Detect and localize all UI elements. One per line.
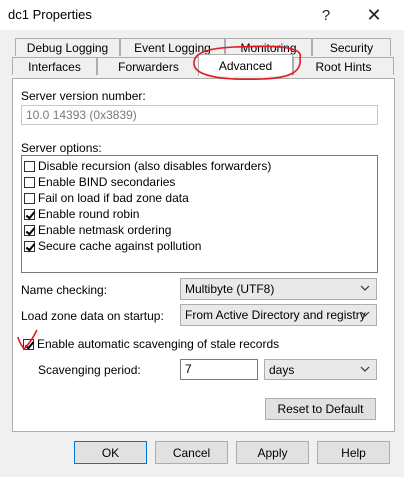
tab-security[interactable]: Security [312, 38, 391, 56]
scavenging-checkbox[interactable] [23, 338, 34, 350]
scavenging-period-label: Scavenging period: [38, 363, 141, 377]
tab-debug-logging[interactable]: Debug Logging [15, 38, 120, 56]
load-zone-select[interactable]: From Active Directory and registry [180, 304, 377, 326]
option-round-robin[interactable]: Enable round robin [24, 206, 139, 222]
title-bar: dc1 Properties ? ✕ [0, 0, 404, 30]
option-checkbox[interactable] [24, 160, 35, 172]
close-icon[interactable]: ✕ [354, 0, 394, 30]
reset-to-default-button[interactable]: Reset to Default [265, 398, 376, 420]
option-checkbox[interactable] [24, 176, 35, 188]
help-icon[interactable]: ? [306, 0, 346, 30]
cancel-button[interactable]: Cancel [155, 441, 228, 464]
load-zone-value: From Active Directory and registry [185, 308, 366, 322]
option-label: Secure cache against pollution [38, 239, 202, 253]
option-checkbox[interactable] [24, 208, 35, 220]
name-checking-select[interactable]: Multibyte (UTF8) [180, 278, 377, 300]
chevron-down-icon [360, 311, 370, 317]
help-button[interactable]: Help [317, 441, 390, 464]
version-field: 10.0 14393 (0x3839) [21, 105, 378, 125]
option-disable-recursion[interactable]: Disable recursion (also disables forward… [24, 158, 271, 174]
tab-forwarders[interactable]: Forwarders [97, 57, 200, 75]
apply-button[interactable]: Apply [236, 441, 309, 464]
option-checkbox[interactable] [24, 224, 35, 236]
option-label: Fail on load if bad zone data [38, 191, 189, 205]
option-bind-secondaries[interactable]: Enable BIND secondaries [24, 174, 175, 190]
option-secure-cache[interactable]: Secure cache against pollution [24, 238, 201, 254]
option-label: Enable netmask ordering [38, 223, 172, 237]
option-checkbox[interactable] [24, 240, 35, 252]
tab-interfaces[interactable]: Interfaces [12, 57, 97, 75]
tab-row-front: Interfaces Forwarders Advanced Root Hint… [0, 54, 404, 76]
period-unit-value: days [269, 363, 295, 377]
option-label: Enable round robin [38, 207, 140, 221]
tab-root-hints[interactable]: Root Hints [293, 57, 394, 75]
scavenging-option[interactable]: Enable automatic scavenging of stale rec… [23, 336, 279, 352]
option-netmask-ordering[interactable]: Enable netmask ordering [24, 222, 171, 238]
ok-button[interactable]: OK [74, 441, 147, 464]
option-checkbox[interactable] [24, 192, 35, 204]
tab-advanced[interactable]: Advanced [198, 54, 293, 76]
name-checking-label: Name checking: [21, 283, 108, 297]
scavenging-label: Enable automatic scavenging of stale rec… [37, 337, 280, 351]
chevron-down-icon [360, 285, 370, 291]
chevron-down-icon [360, 366, 370, 372]
options-label: Server options: [21, 141, 102, 155]
period-unit-select[interactable]: days [264, 359, 377, 380]
advanced-panel: Server version number: 10.0 14393 (0x383… [12, 78, 395, 432]
window-title: dc1 Properties [8, 7, 92, 22]
scavenging-period-input[interactable]: 7 [180, 359, 258, 380]
load-zone-label: Load zone data on startup: [21, 309, 164, 323]
option-label: Enable BIND secondaries [38, 175, 176, 189]
server-options-list[interactable]: Disable recursion (also disables forward… [21, 155, 378, 273]
option-fail-on-load[interactable]: Fail on load if bad zone data [24, 190, 189, 206]
version-label: Server version number: [21, 89, 146, 103]
option-label: Disable recursion (also disables forward… [38, 159, 272, 173]
name-checking-value: Multibyte (UTF8) [185, 282, 275, 296]
